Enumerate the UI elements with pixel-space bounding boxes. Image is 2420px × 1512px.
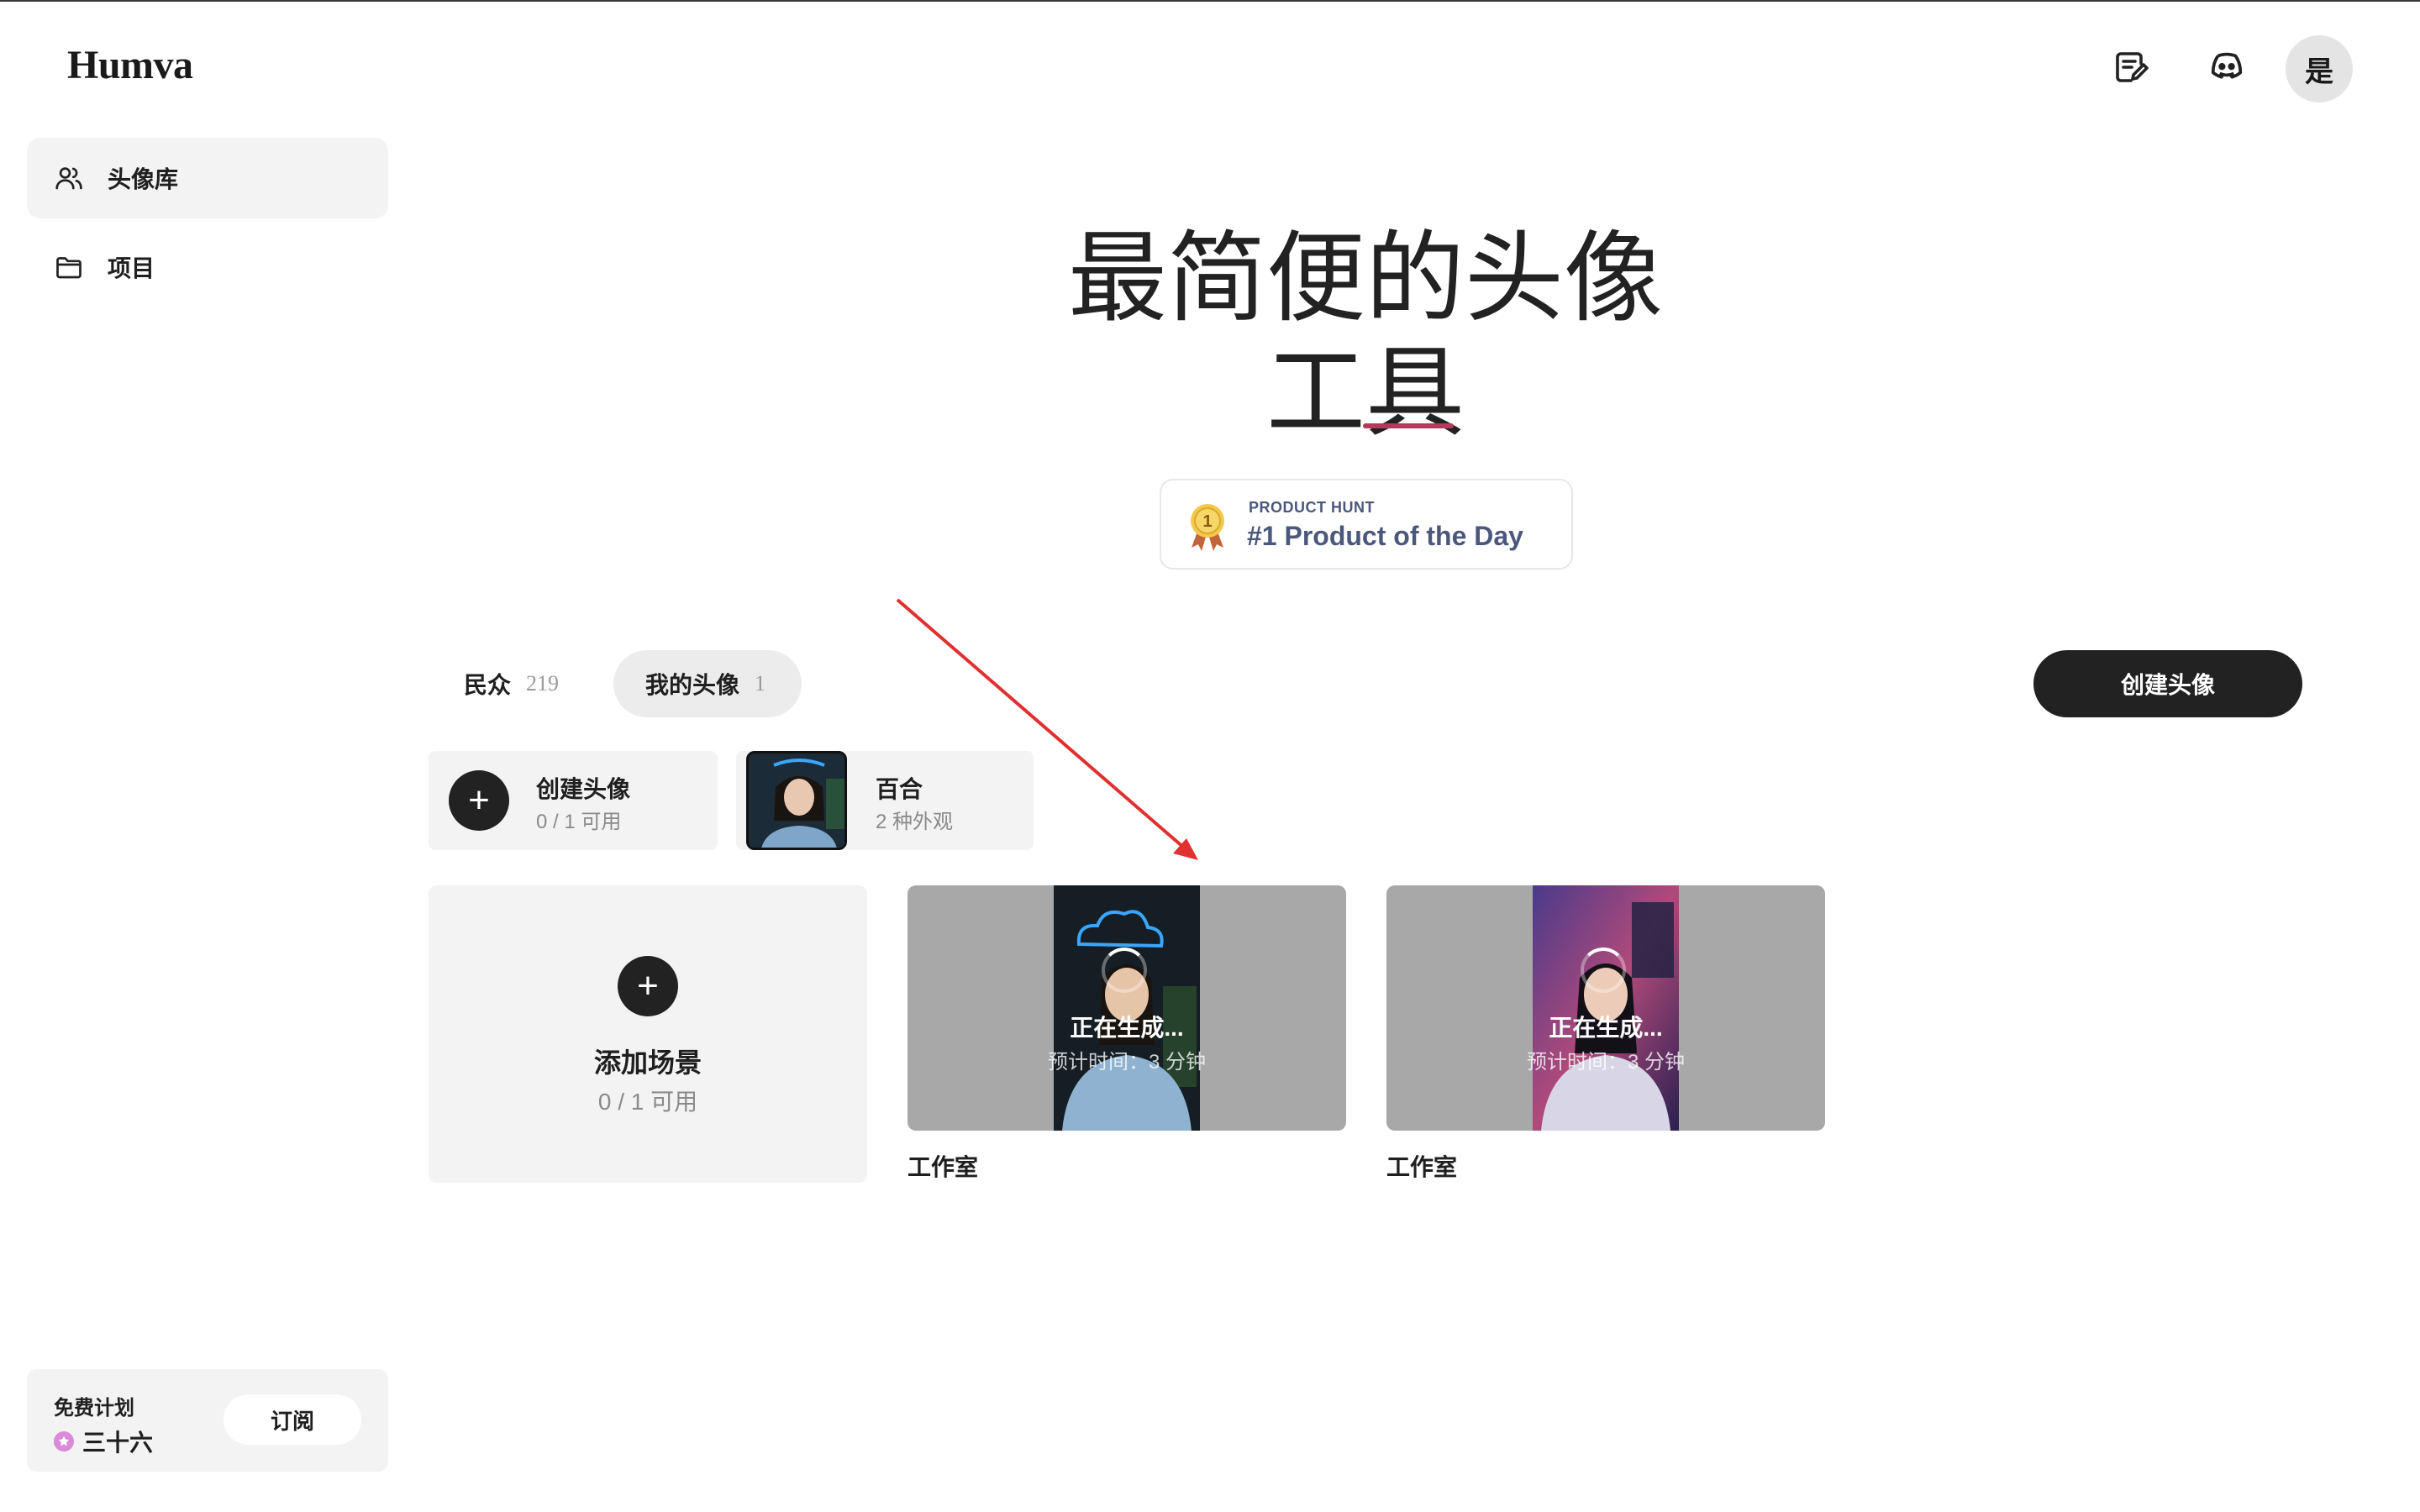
star-icon <box>58 1436 70 1446</box>
tab-label: 我的头像 <box>645 672 740 698</box>
card-subtitle: 2 种外观 <box>876 811 954 833</box>
add-scene-subtitle: 0 / 1 可用 <box>597 1089 698 1115</box>
scene-image-icon <box>1054 885 1200 1131</box>
scene-label: 工作室 <box>908 1154 979 1180</box>
hero-title-line1: 最简便的头像 <box>1067 220 1663 336</box>
avatar-card-lily[interactable]: 百合 2 种外观 <box>736 751 1034 850</box>
scene-image-icon <box>1533 885 1679 1131</box>
plan-title: 免费计划 <box>54 1397 134 1420</box>
feedback-button[interactable] <box>2106 40 2160 94</box>
plus-icon: + <box>449 770 509 831</box>
add-scene-card[interactable]: + 添加场景 0 / 1 可用 <box>429 885 867 1183</box>
hero-title-word-a: 工 <box>1265 334 1365 450</box>
sidebar-item-avatar-library[interactable]: 头像库 <box>27 138 388 218</box>
folder-icon <box>56 257 82 279</box>
avatar-portrait-icon <box>749 753 844 848</box>
loading-spinner <box>1581 948 1626 993</box>
scene-preview <box>1054 885 1200 1131</box>
medal-number: 1 <box>1202 512 1212 531</box>
loading-spinner <box>1102 948 1147 993</box>
user-avatar[interactable]: 是 <box>2286 35 2353 102</box>
tab-label: 民众 <box>464 672 512 698</box>
tab-count: 219 <box>526 671 560 696</box>
create-avatar-card[interactable]: + 创建头像 0 / 1 可用 <box>429 751 718 850</box>
medal-icon: 1 <box>1191 504 1224 551</box>
card-title: 创建头像 <box>536 776 631 802</box>
generation-status: 正在生成... <box>1070 1015 1184 1041</box>
users-icon <box>55 167 82 190</box>
hero-title-line2: 工具 <box>840 343 1891 442</box>
scene-label: 工作室 <box>1386 1154 1458 1180</box>
plan-box: 免费计划 三十六 订阅 <box>27 1369 388 1472</box>
create-avatar-button[interactable]: 创建头像 <box>2033 650 2302 717</box>
hero-highlight-underline <box>1363 423 1454 428</box>
card-subtitle: 0 / 1 可用 <box>536 811 622 833</box>
tab-count: 1 <box>755 671 766 696</box>
scene-card[interactable]: 正在生成... 预计时间：3 分钟 <box>908 885 1346 1131</box>
generation-eta: 预计时间：3 分钟 <box>1526 1051 1685 1074</box>
product-hunt-label: PRODUCT HUNT <box>1249 499 1375 516</box>
app-logo[interactable]: Humva <box>67 42 193 88</box>
plus-icon: + <box>618 956 678 1016</box>
product-hunt-badge[interactable]: 1 PRODUCT HUNT #1 Product of the Day <box>1160 479 1573 570</box>
discord-icon <box>2211 52 2243 79</box>
sidebar-item-label: 头像库 <box>108 166 179 192</box>
plan-credits: 三十六 <box>54 1425 153 1458</box>
tab-my-avatars[interactable]: 我的头像 1 <box>613 650 802 717</box>
discord-button[interactable] <box>2200 40 2254 94</box>
add-scene-title: 添加场景 <box>593 1047 702 1078</box>
scene-preview <box>1533 885 1679 1131</box>
generation-status: 正在生成... <box>1549 1015 1663 1041</box>
tab-public[interactable]: 民众 219 <box>432 650 587 717</box>
sidebar-item-projects[interactable]: 项目 <box>27 227 388 307</box>
hero-title-word-b: 具 <box>1365 334 1465 450</box>
window-top-border <box>0 0 2420 2</box>
credit-icon <box>54 1431 74 1452</box>
sidebar-item-label: 项目 <box>108 255 155 281</box>
product-hunt-award: #1 Product of the Day <box>1247 521 1523 551</box>
avatar-thumbnail <box>746 751 847 850</box>
feedback-edit-icon <box>2116 52 2149 82</box>
scene-card[interactable]: 正在生成... 预计时间：3 分钟 <box>1386 885 1825 1131</box>
credits-value: 三十六 <box>82 1430 154 1456</box>
generation-eta: 预计时间：3 分钟 <box>1047 1051 1206 1074</box>
card-title: 百合 <box>876 776 923 802</box>
subscribe-button[interactable]: 订阅 <box>224 1394 361 1445</box>
